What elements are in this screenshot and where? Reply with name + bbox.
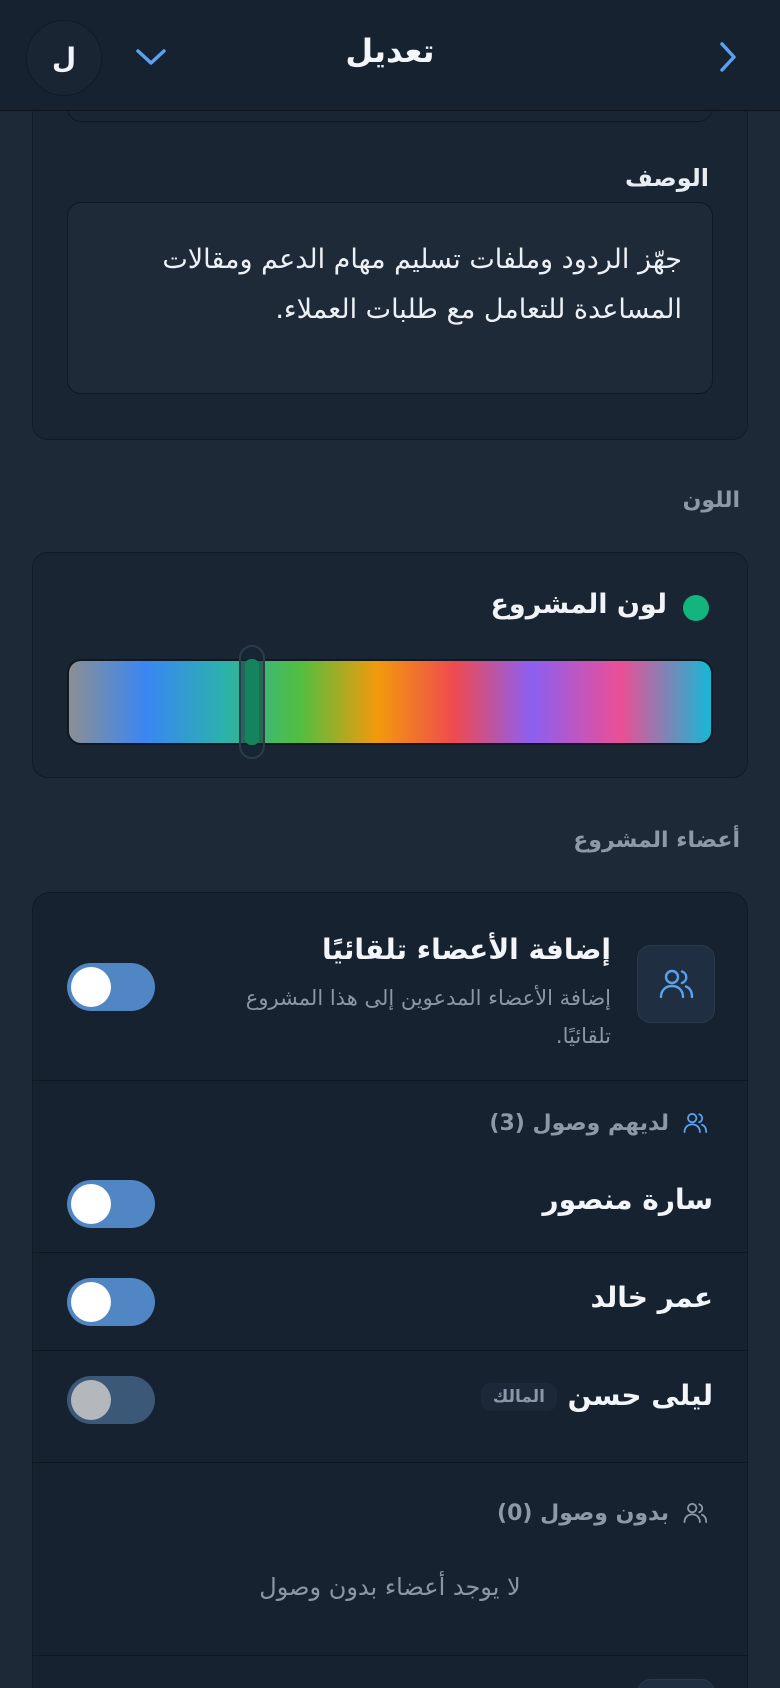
owner-badge: المالك	[480, 1383, 557, 1411]
chevron-down-icon	[136, 49, 166, 65]
dropdown-button[interactable]	[128, 34, 174, 80]
toggle-knob	[71, 1380, 111, 1420]
members-section-label: أعضاء المشروع	[573, 828, 740, 853]
auto-add-title: إضافة الأعضاء تلقائيًا	[321, 933, 611, 966]
auto-add-icon-box	[637, 945, 715, 1023]
color-card: لون المشروع	[32, 552, 748, 778]
member-name: عمر خالد	[590, 1281, 713, 1314]
users-icon	[659, 969, 694, 999]
divider	[33, 1655, 747, 1656]
toggle-knob	[71, 967, 111, 1007]
hue-slider-thumb[interactable]	[239, 645, 265, 759]
project-color-label: لون المشروع	[490, 589, 667, 620]
avatar[interactable]: ل	[26, 20, 102, 96]
member-row: عمر خالد	[33, 1253, 747, 1351]
empty-state-text: لا يوجد أعضاء بدون وصول	[259, 1573, 521, 1601]
auto-add-row: إضافة الأعضاء تلقائيًا إضافة الأعضاء الم…	[33, 893, 747, 1081]
description-label: الوصف	[624, 164, 709, 192]
hue-slider-track[interactable]	[67, 659, 713, 745]
toggle-knob	[71, 1184, 111, 1224]
member-name: سارة منصور	[542, 1183, 713, 1216]
next-row-icon-box	[637, 1679, 715, 1688]
member-row: سارة منصور	[33, 1155, 747, 1253]
member-access-toggle[interactable]	[67, 1376, 155, 1424]
hue-thumb-fill	[245, 659, 259, 745]
color-section-label: اللون	[682, 488, 740, 513]
member-row: ليلى حسن المالك	[33, 1351, 747, 1463]
without-access-heading-text: بدون وصول (0)	[497, 1500, 669, 1526]
member-access-toggle[interactable]	[67, 1180, 155, 1228]
with-access-heading-text: لديهم وصول (3)	[489, 1110, 669, 1136]
details-card: الوصف جهّز الردود وملفات تسليم مهام الدع…	[32, 60, 748, 440]
top-app-bar: تعديل ل	[0, 0, 780, 111]
users-icon	[683, 1502, 708, 1524]
selected-color-swatch	[683, 595, 709, 621]
description-field[interactable]: جهّز الردود وملفات تسليم مهام الدعم ومقا…	[67, 202, 713, 394]
member-name: ليلى حسن	[567, 1379, 713, 1412]
members-card: إضافة الأعضاء تلقائيًا إضافة الأعضاء الم…	[32, 892, 748, 1688]
auto-add-subtitle: إضافة الأعضاء المدعوين إلى هذا المشروع ت…	[245, 986, 611, 1048]
with-access-heading: لديهم وصول (3)	[489, 1109, 709, 1137]
toggle-knob	[71, 1282, 111, 1322]
without-access-heading: بدون وصول (0)	[497, 1499, 709, 1527]
member-access-toggle[interactable]	[67, 1278, 155, 1326]
auto-add-toggle[interactable]	[67, 963, 155, 1011]
page-title: تعديل	[345, 32, 435, 70]
users-icon	[683, 1112, 708, 1134]
